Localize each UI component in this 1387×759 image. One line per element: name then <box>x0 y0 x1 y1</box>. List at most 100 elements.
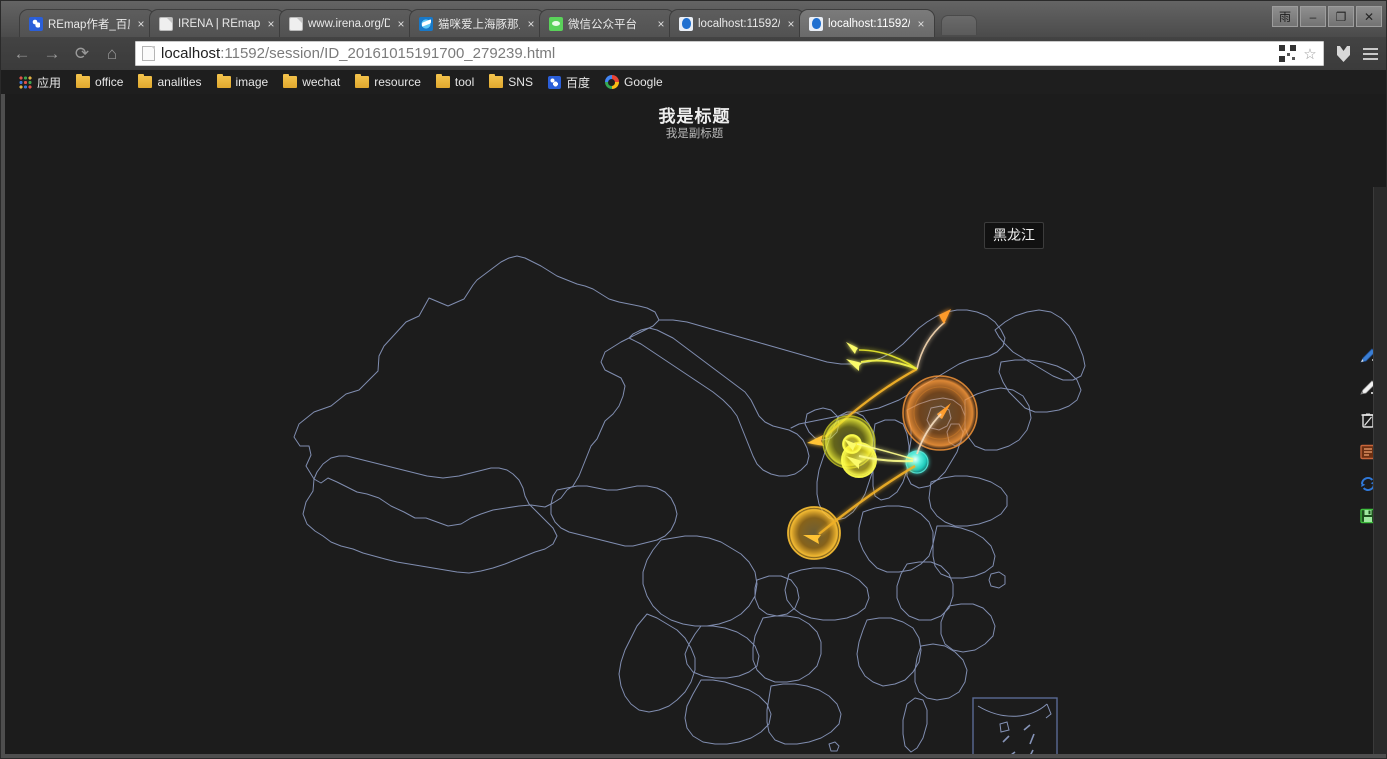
bookmark-label: resource <box>374 75 421 89</box>
browser-tab-1[interactable]: REmap作者_百度搜 × <box>19 9 155 37</box>
ime-indicator[interactable]: 雨 <box>1272 6 1298 27</box>
folder-icon <box>138 74 153 88</box>
province-fujian <box>914 643 968 701</box>
province-guizhou <box>684 625 760 679</box>
apps-grid-icon <box>19 75 32 89</box>
point-shaanxi[interactable] <box>787 506 841 560</box>
close-button[interactable]: ✕ <box>1356 6 1382 27</box>
tab-close-icon[interactable]: × <box>914 17 928 31</box>
bookmark-label: 百度 <box>565 75 590 90</box>
extension-icon[interactable] <box>1332 42 1354 66</box>
tab-close-icon[interactable]: × <box>524 17 538 31</box>
bookmark-apps[interactable]: 应用 <box>13 72 67 93</box>
province-guangxi <box>684 679 772 745</box>
bookmark-label: SNS <box>508 75 533 89</box>
new-tab-button[interactable] <box>941 15 977 35</box>
blue-wave-icon <box>419 16 433 31</box>
window-bottom-edge <box>1 754 1386 758</box>
google-icon <box>604 75 619 89</box>
minimize-button[interactable]: – <box>1300 6 1326 27</box>
qr-code-icon[interactable] <box>1279 45 1296 62</box>
bookmark-label: office <box>95 75 124 89</box>
tab-strip: REmap作者_百度搜 × IRENA | REmap × www.irena.… <box>1 1 1386 37</box>
bookmarks-bar: 应用 office analities image wechat resourc… <box>1 70 1386 94</box>
bookmark-google[interactable]: Google <box>599 73 669 91</box>
tab-close-icon[interactable]: × <box>784 17 798 31</box>
tab-title: 猫咪爱上海豚那只是 <box>438 18 520 31</box>
browser-tab-4[interactable]: 猫咪爱上海豚那只是 × <box>409 9 545 37</box>
bookmark-baidu[interactable]: 百度 <box>542 72 596 93</box>
bookmark-sns[interactable]: SNS <box>483 73 539 91</box>
province-heilongjiang <box>994 309 1086 381</box>
folder-icon <box>76 74 91 88</box>
bookmark-star-icon[interactable]: ☆ <box>1301 45 1319 63</box>
bookmark-wechat[interactable]: wechat <box>277 73 346 91</box>
echarts-icon <box>679 16 693 31</box>
page-viewport: 我是标题 我是副标题 黑龙江 <box>1 94 1387 759</box>
reload-icon[interactable]: ⟳ <box>67 41 97 67</box>
bookmark-resource[interactable]: resource <box>349 73 427 91</box>
tab-close-icon[interactable]: × <box>134 17 148 31</box>
browser-tab-6[interactable]: localhost:11592/se × <box>669 9 805 37</box>
bookmark-image[interactable]: image <box>211 73 275 91</box>
province-shanghai <box>988 571 1006 589</box>
effect-scatter-points[interactable] <box>787 375 978 560</box>
browser-tab-2[interactable]: IRENA | REmap × <box>149 9 285 37</box>
baidu-icon <box>29 16 43 31</box>
province-shandong <box>928 475 1008 527</box>
province-gansu <box>628 327 810 477</box>
folder-icon <box>355 74 370 88</box>
maximize-button[interactable]: ❐ <box>1328 6 1354 27</box>
bookmark-label: tool <box>454 75 475 89</box>
tab-title: localhost:11592/se <box>698 17 780 30</box>
south-china-sea-inset <box>972 697 1058 758</box>
folder-icon <box>283 74 298 88</box>
echarts-icon <box>809 16 823 31</box>
province-tibet <box>302 455 558 574</box>
address-bar[interactable]: localhost:11592/session/ID_2016101519170… <box>135 41 1324 66</box>
bookmark-label: Google <box>623 75 663 89</box>
browser-tab-7-active[interactable]: localhost:11592/se × <box>799 9 935 37</box>
bookmark-analities[interactable]: analities <box>132 73 207 91</box>
tab-close-icon[interactable]: × <box>264 17 278 31</box>
url-text: localhost:11592/session/ID_2016101519170… <box>161 45 1279 62</box>
browser-tab-3[interactable]: www.irena.org/Doc × <box>279 9 415 37</box>
page-scrollbar[interactable] <box>1373 187 1386 758</box>
url-host: localhost <box>161 45 221 62</box>
tab-close-icon[interactable]: × <box>394 17 408 31</box>
bookmark-label: image <box>235 75 269 89</box>
forward-icon[interactable]: → <box>37 41 67 67</box>
province-qinghai <box>550 485 678 547</box>
folder-icon <box>489 74 504 88</box>
browser-window: REmap作者_百度搜 × IRENA | REmap × www.irena.… <box>0 0 1387 759</box>
hamburger-menu-icon[interactable] <box>1358 42 1382 66</box>
document-icon <box>289 16 303 31</box>
menu-bar-2 <box>1362 52 1378 55</box>
page-info-icon[interactable] <box>142 46 155 61</box>
point-heilongjiang[interactable] <box>902 375 978 451</box>
china-map-svg[interactable] <box>1 94 1387 759</box>
province-sichuan <box>642 535 758 627</box>
echarts-china-map[interactable]: 我是标题 我是副标题 黑龙江 <box>1 94 1387 759</box>
wechat-icon <box>549 16 563 31</box>
bookmark-office[interactable]: office <box>70 73 129 91</box>
navigation-bar: ← → ⟳ ⌂ localhost:11592/session/ID_20161… <box>1 37 1386 70</box>
home-icon[interactable]: ⌂ <box>97 41 127 67</box>
url-path: :11592/session/ID_20161015191700_279239.… <box>220 45 556 62</box>
china-province-borders <box>293 255 1086 753</box>
province-hubei <box>784 567 870 621</box>
browser-tab-5[interactable]: 微信公众平台 × <box>539 9 675 37</box>
tab-title: REmap作者_百度搜 <box>48 18 130 31</box>
window-left-edge <box>1 94 5 758</box>
bookmark-label: 应用 <box>37 75 62 90</box>
tab-close-icon[interactable]: × <box>654 17 668 31</box>
province-taiwan <box>902 697 928 753</box>
province-guangdong <box>766 683 842 745</box>
folder-icon <box>216 74 231 88</box>
menu-bar-1 <box>1362 47 1378 50</box>
back-icon[interactable]: ← <box>7 41 37 67</box>
arrow-neimenggu <box>846 359 862 371</box>
province-zhejiang <box>940 603 996 653</box>
bookmark-label: wechat <box>302 75 341 89</box>
bookmark-tool[interactable]: tool <box>430 73 480 91</box>
